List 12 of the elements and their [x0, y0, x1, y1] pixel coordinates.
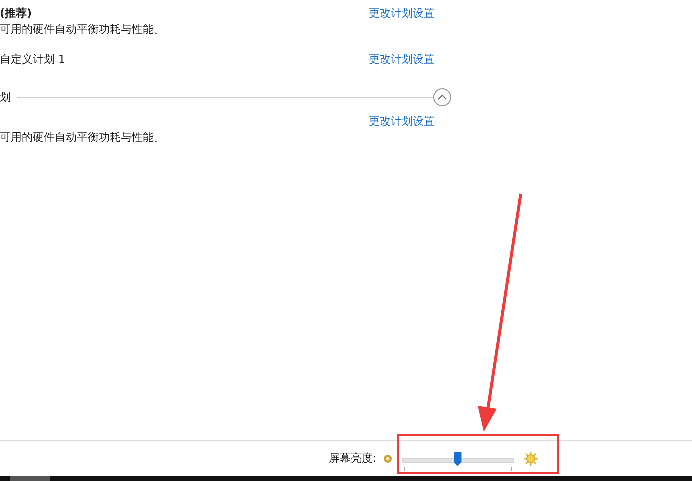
- plan-name: 自定义计划 1: [0, 52, 66, 66]
- collapse-icon[interactable]: [433, 88, 452, 106]
- brightness-label: 屏幕亮度:: [329, 451, 377, 466]
- section-title: 划: [0, 90, 11, 104]
- change-plan-settings-link[interactable]: 更改计划设置: [369, 52, 692, 66]
- bright-sun-icon: [522, 450, 539, 466]
- change-plan-settings-link[interactable]: 更改计划设置: [369, 6, 692, 20]
- dim-sun-icon: [382, 454, 393, 464]
- plan-description: 可用的硬件自动平衡功耗与性能。: [0, 130, 166, 146]
- change-plan-settings-link[interactable]: 更改计划设置: [369, 114, 692, 128]
- plan-description: 可用的硬件自动平衡功耗与性能。: [0, 22, 166, 38]
- plan-name: (推荐): [0, 6, 34, 20]
